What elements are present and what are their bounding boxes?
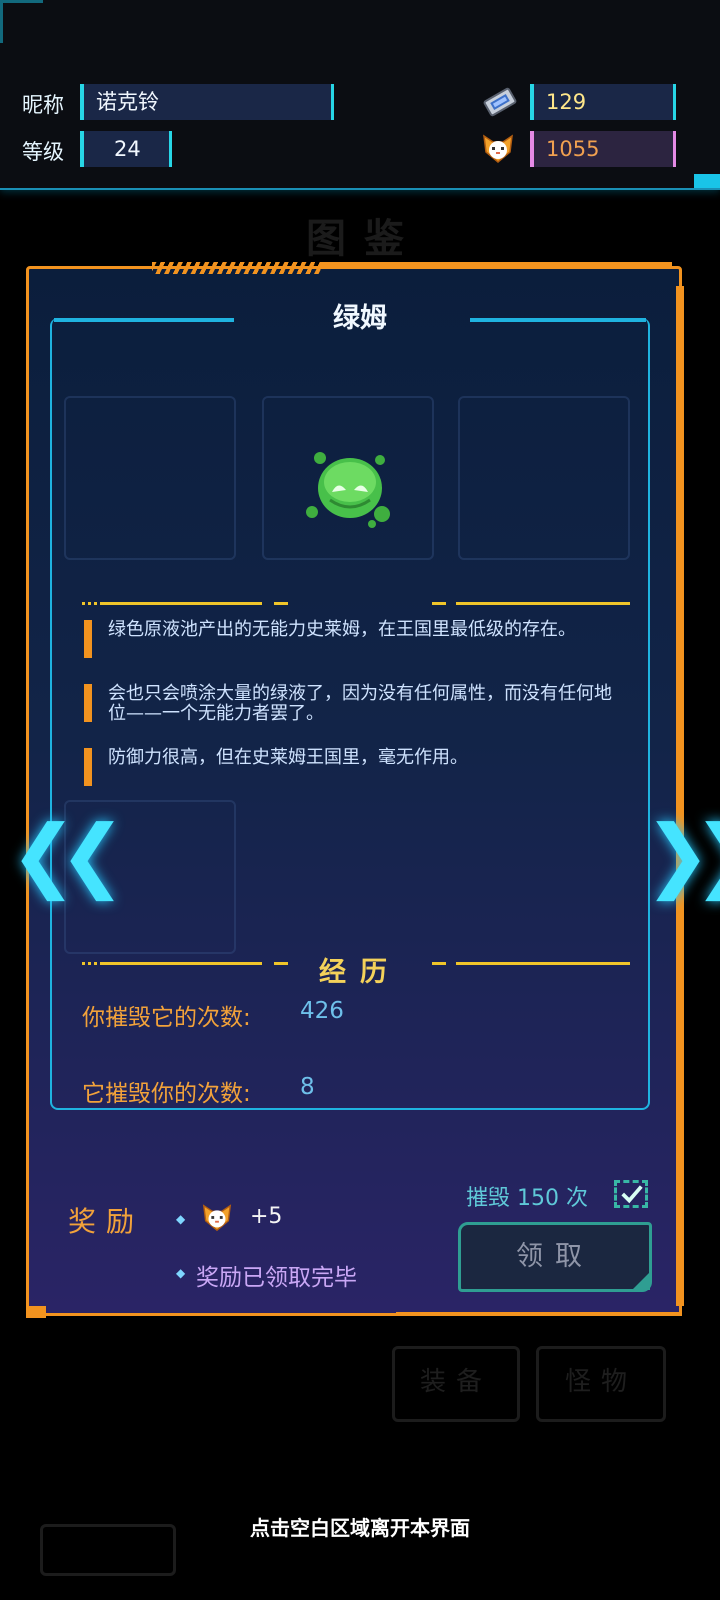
nickname-label: 昵称 (22, 93, 64, 117)
bullet-icon: ◆ (176, 1212, 186, 1226)
panel-bottom-line (396, 1312, 682, 1316)
reward-goal: 摧毁 150 次 (466, 1186, 588, 1211)
description-text: 会也只会喷涂大量的绿液了，因为没有任何属性，而没有任何地位——一个无能力者罢了。 (108, 683, 612, 724)
description-separator (456, 602, 630, 605)
header-corner-decoration (0, 0, 43, 43)
cat-coin-icon (483, 134, 513, 163)
description-text: 防御力很高，但在史莱姆王国里，毫无作用。 (108, 747, 468, 768)
panel-corner (26, 1306, 46, 1318)
green-slime-icon (306, 452, 390, 528)
description-paragraph: 会也只会喷涂大量的绿液了，因为没有任何属性，而没有任何地位——一个无能力者罢了。 (84, 684, 614, 724)
description-separator (274, 602, 288, 605)
killed-you-label: 它摧毁你的次数: (82, 1081, 251, 1107)
monster-name: 绿姆 (333, 303, 387, 334)
description-text: 绿色原液池产出的无能力史莱姆，在王国里最低级的存在。 (108, 619, 576, 640)
faint-card (64, 396, 236, 560)
level-label: 等级 (22, 140, 64, 164)
next-monster-button[interactable]: ❯❯ (644, 808, 720, 901)
chevron-double-right-icon: ❯❯ (644, 808, 720, 901)
reward-amount: +5 (250, 1204, 283, 1229)
background-tab-monster: 怪物 (536, 1346, 666, 1422)
leave-hint[interactable]: 点击空白区域离开本界面 (0, 1512, 720, 1541)
paragraph-marker (84, 748, 92, 786)
killed-you-value: 8 (300, 1074, 315, 1100)
cat-coin-icon (202, 1204, 232, 1232)
coins-count: 1055 (530, 131, 676, 167)
reward-status: 奖励已领取完毕 (196, 1265, 357, 1291)
tickets-count: 129 (530, 84, 676, 120)
button-corner-decoration (632, 1272, 650, 1290)
description-separator (82, 602, 102, 605)
nickname-field: 诺克铃 (80, 84, 334, 120)
chevron-double-left-icon: ❮❮ (10, 808, 126, 901)
background-tab-equipment: 装备 (392, 1346, 520, 1422)
paragraph-marker (84, 684, 92, 722)
faint-card (458, 396, 630, 560)
description-separator (432, 602, 446, 605)
reward-label: 奖励 (68, 1205, 145, 1238)
header-corner-decoration (694, 174, 720, 188)
bullet-icon: ◆ (176, 1266, 186, 1280)
ticket-icon (483, 87, 517, 117)
panel-right-bar (676, 286, 684, 1306)
description-paragraph: 绿色原液池产出的无能力史莱姆，在王国里最低级的存在。 (84, 619, 614, 658)
description-paragraph: 防御力很高，但在史莱姆王国里，毫无作用。 (84, 747, 614, 786)
checkmark-icon (621, 1185, 643, 1204)
killed-it-value: 426 (300, 998, 344, 1024)
claim-button[interactable]: 领取 (458, 1222, 652, 1292)
background-page-title: 图鉴 (306, 216, 422, 262)
experience-title: 经历 (319, 957, 401, 988)
killed-it-label: 你摧毁它的次数: (82, 1005, 251, 1031)
description-separator (102, 602, 262, 605)
goal-checkbox (614, 1180, 648, 1208)
player-header: 昵称 诺克铃 等级 24 129 1055 (0, 0, 720, 190)
paragraph-marker (84, 620, 92, 658)
panel-top-stripes (152, 262, 322, 274)
level-field: 24 (80, 131, 172, 167)
previous-monster-button[interactable]: ❮❮ (10, 808, 126, 901)
panel-top-line (322, 262, 672, 268)
